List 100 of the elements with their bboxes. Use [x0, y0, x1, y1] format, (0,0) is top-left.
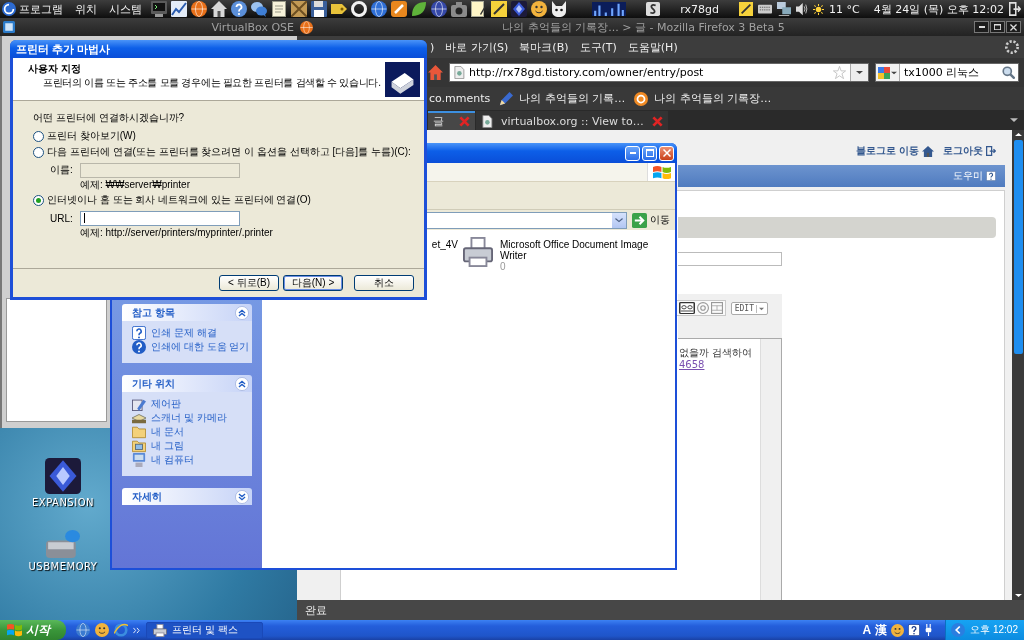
- swoosh-icon[interactable]: [114, 623, 128, 637]
- input-mode-indicator[interactable]: A: [862, 623, 872, 637]
- task-link[interactable]: 스캐너 및 카메라: [132, 411, 246, 425]
- url-field[interactable]: http://rx78gd.tistory.com/owner/entry/post: [449, 63, 869, 82]
- menu-item[interactable]: 도구(T): [579, 39, 617, 55]
- temperature[interactable]: 11 °C: [829, 2, 860, 16]
- tag-icon[interactable]: [331, 1, 347, 17]
- dropdown-button[interactable]: [612, 212, 626, 228]
- editor-link[interactable]: 4658: [679, 359, 705, 371]
- panel-menu[interactable]: 위치: [75, 1, 97, 17]
- square-app-icon[interactable]: [391, 1, 407, 17]
- scrollbar-thumb[interactable]: [1013, 140, 1023, 354]
- network-icon[interactable]: [777, 2, 792, 16]
- menu-item[interactable]: 북마크(B): [519, 39, 569, 55]
- task-link[interactable]: 인쇄 문제 해결: [132, 326, 246, 340]
- keyboard-icon[interactable]: [758, 2, 773, 16]
- task-panel-header[interactable]: 기타 위치: [122, 375, 252, 392]
- minimize-button[interactable]: [974, 21, 989, 33]
- chart-icon[interactable]: [171, 1, 187, 17]
- caret-icon[interactable]: [1010, 117, 1018, 123]
- cassette-icon[interactable]: [678, 302, 695, 314]
- input-field[interactable]: [80, 210, 240, 226]
- arrow-down-icon[interactable]: [1014, 593, 1022, 598]
- help-link[interactable]: 도우미: [953, 169, 996, 183]
- terminal-icon[interactable]: [151, 1, 167, 17]
- bookmark-item[interactable]: 나의 추억들의 기록…: [499, 91, 626, 106]
- volume-icon[interactable]: [796, 2, 809, 16]
- bookmark-item[interactable]: 나의 추억들의 기록장…: [634, 91, 772, 106]
- cat-head-icon[interactable]: [551, 1, 567, 17]
- start-button[interactable]: 시작: [0, 620, 66, 640]
- close-tab-icon[interactable]: [651, 116, 663, 127]
- search-field[interactable]: tx1000 리눅스: [875, 63, 1019, 82]
- round-logo-icon[interactable]: [2, 2, 16, 16]
- task-panel-header[interactable]: 자세히: [122, 488, 252, 505]
- dropdown-button[interactable]: [850, 64, 868, 81]
- title-input[interactable]: [678, 252, 782, 266]
- chevron-down-icon[interactable]: [235, 489, 249, 504]
- task-link[interactable]: 내 문서: [132, 425, 246, 439]
- radio-option[interactable]: 프린터 찾아보기(W): [33, 128, 136, 144]
- plug-icon[interactable]: [924, 624, 934, 636]
- sticky-note-icon[interactable]: [491, 1, 507, 17]
- search-engine-button[interactable]: [876, 64, 900, 81]
- browser-tab[interactable]: virtualbox.org :: View to…: [476, 111, 668, 130]
- globe-icon[interactable]: [371, 1, 387, 17]
- menu-item[interactable]: 바로 가기(S): [445, 39, 509, 55]
- menu-item[interactable]: 도움말(H): [627, 39, 678, 55]
- home-icon[interactable]: [211, 1, 227, 17]
- task-button[interactable]: 프린터 및 팩스: [146, 621, 263, 639]
- curve-tile-icon[interactable]: [646, 2, 661, 16]
- help-icon[interactable]: [231, 1, 247, 17]
- bookmark-item[interactable]: co.mments: [429, 92, 491, 105]
- layout-icon[interactable]: [710, 302, 723, 314]
- task-link[interactable]: 내 컴퓨터: [132, 453, 246, 467]
- radio-button[interactable]: [33, 130, 44, 142]
- leaf-icon[interactable]: [411, 1, 427, 17]
- go-button[interactable]: 이동: [630, 212, 672, 228]
- notepad-pen-icon[interactable]: [471, 1, 487, 17]
- blog-link[interactable]: 블로그로 이동: [855, 144, 934, 158]
- panel-menu[interactable]: 시스템: [109, 1, 142, 17]
- maximize-button[interactable]: [990, 21, 1005, 33]
- chevron-up-icon[interactable]: [235, 305, 249, 320]
- back-button[interactable]: < 뒤로(B): [219, 275, 279, 291]
- chat-icon[interactable]: [251, 1, 267, 17]
- user-name[interactable]: rx78gd: [680, 2, 720, 16]
- editor-area[interactable]: 없을까 검색하여 4658: [678, 338, 782, 600]
- task-panel-header[interactable]: 참고 항목: [122, 304, 252, 321]
- printer-name[interactable]: et_4V: [431, 239, 458, 250]
- logout-link[interactable]: 로그아웃: [943, 144, 996, 158]
- input-mode-indicator[interactable]: 漢: [875, 621, 888, 639]
- chevron-up-icon[interactable]: [235, 376, 249, 391]
- task-link[interactable]: 내 그림: [132, 439, 246, 453]
- printer-name[interactable]: Microsoft Office Document Image Writer: [500, 239, 658, 261]
- browser-tab[interactable]: 글: [428, 111, 475, 130]
- scrollbar-track[interactable]: [1012, 130, 1024, 600]
- close-button[interactable]: [1006, 21, 1021, 33]
- star-icon[interactable]: [833, 66, 846, 79]
- radio-button[interactable]: [33, 146, 44, 158]
- double-chevron-icon[interactable]: [133, 626, 140, 634]
- search-icon[interactable]: [1002, 66, 1015, 79]
- radio-option[interactable]: 인터넷이나 홈 또는 회사 네트워크에 있는 프린터에 연결(O): [33, 192, 311, 208]
- panel-clock[interactable]: 4월 24일 (목) 오후 12:02: [873, 1, 1004, 17]
- next-button[interactable]: 다음(N) >: [283, 275, 343, 291]
- task-link[interactable]: 인쇄에 대한 도움 얻기: [132, 340, 246, 354]
- radio-option[interactable]: 다음 프린터에 연결(또는 프린터를 찾으려면 이 옵션을 선택하고 [다음]를 누름)(C):: [33, 144, 411, 160]
- cancel-button[interactable]: 취소: [354, 275, 414, 291]
- chevron-left-icon[interactable]: [951, 623, 966, 637]
- notepad-icon[interactable]: [271, 1, 287, 17]
- camera-icon[interactable]: [451, 1, 467, 17]
- arrow-up-icon[interactable]: [1014, 132, 1022, 137]
- globe-icon[interactable]: [191, 1, 207, 17]
- logout-icon[interactable]: [1009, 2, 1021, 16]
- emblem-icon[interactable]: [45, 458, 81, 494]
- sticky-note-icon[interactable]: [739, 2, 754, 16]
- radio-button[interactable]: [33, 194, 44, 206]
- task-link[interactable]: 제어판: [132, 397, 246, 411]
- globe-icon[interactable]: [431, 1, 447, 17]
- smiley-icon[interactable]: [531, 1, 547, 17]
- menu-item[interactable]: ): [430, 40, 435, 54]
- ring-icon[interactable]: [351, 1, 367, 17]
- help-icon[interactable]: [908, 624, 921, 636]
